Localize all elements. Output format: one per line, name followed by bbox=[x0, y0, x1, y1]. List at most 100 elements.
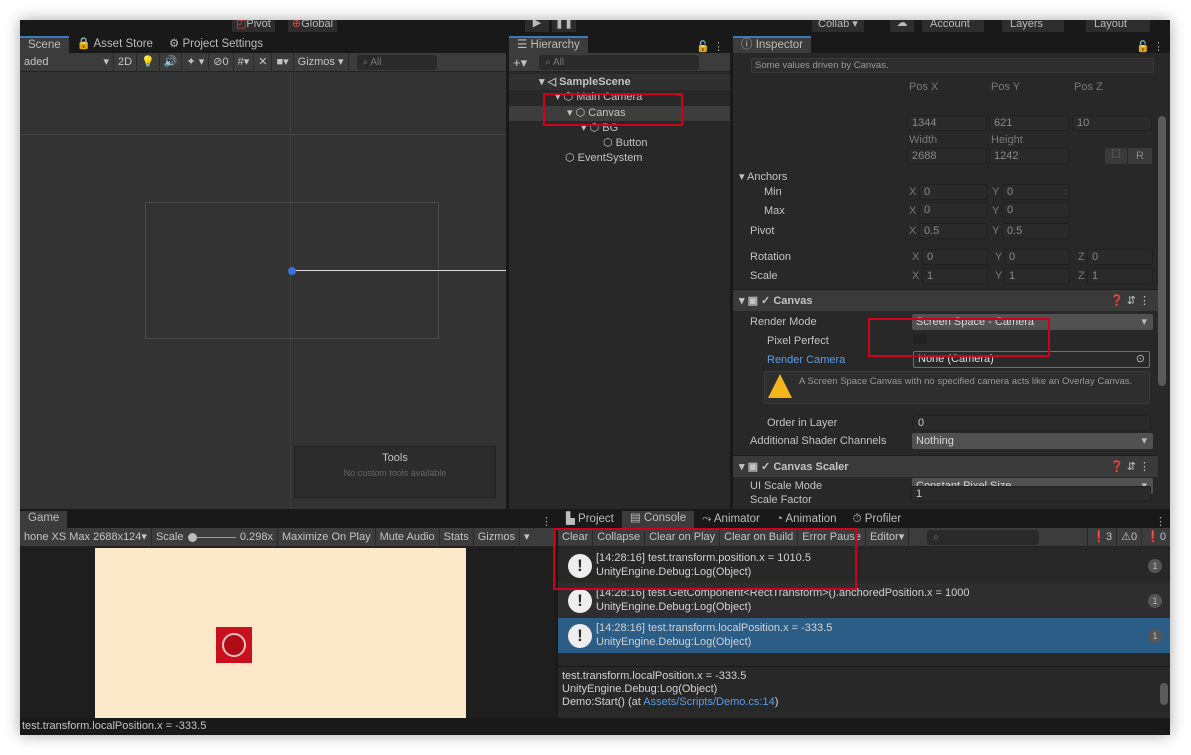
gizmos-dropdown-arrow[interactable]: ▾ bbox=[520, 528, 534, 547]
tab-hierarchy[interactable]: ☰ Hierarchy bbox=[509, 36, 588, 53]
tab-animation[interactable]: ◔ Animation bbox=[768, 511, 845, 528]
tab-inspector[interactable]: ⓘ Inspector bbox=[733, 36, 812, 53]
y-label: Y bbox=[995, 270, 1003, 282]
game-view[interactable] bbox=[95, 548, 466, 718]
detail-scrollbar[interactable] bbox=[1160, 683, 1168, 705]
create-button[interactable]: +▾ bbox=[509, 53, 531, 72]
slider-thumb[interactable] bbox=[187, 532, 197, 542]
render-mode-label: Render Mode bbox=[750, 316, 817, 328]
lock-icon[interactable]: 🔓 ⋮ bbox=[1136, 40, 1170, 53]
lighting-icon[interactable]: 💡 bbox=[137, 52, 160, 72]
scene-row[interactable]: ▾ ◁ SampleScene bbox=[509, 74, 730, 90]
pos-z-field[interactable]: 10 bbox=[1072, 115, 1152, 131]
editor-dropdown[interactable]: Editor▾ bbox=[866, 527, 910, 547]
collab-button[interactable]: Collab ▾ bbox=[812, 20, 864, 32]
warning-count-toggle[interactable]: ⚠0 bbox=[1117, 527, 1143, 547]
tab-scene[interactable]: Scene bbox=[20, 36, 69, 53]
shader-channels-dropdown[interactable]: Nothing bbox=[912, 433, 1153, 449]
height-field[interactable]: 1242 bbox=[989, 148, 1069, 164]
layers-dropdown[interactable]: Layers bbox=[1002, 20, 1064, 32]
rotation-z-field[interactable]: 0 bbox=[1087, 249, 1153, 265]
effects-icon[interactable]: ✦ ▾ bbox=[182, 52, 210, 72]
pos-x-field[interactable]: 1344 bbox=[907, 115, 987, 131]
main-toolbar: ◰Pivot ⊕Global ▶ ❚❚ Collab ▾ ☁ Account L… bbox=[20, 20, 1170, 35]
play-button[interactable]: ▶ bbox=[525, 20, 549, 32]
component-menu-icons[interactable]: ❓ ⇵ ⋮ bbox=[1110, 460, 1150, 473]
anchor-min-x-field[interactable]: 0 bbox=[919, 184, 987, 200]
pivot-y-field[interactable]: 0.5 bbox=[1002, 223, 1070, 239]
anchor-min-y-field[interactable]: 0 bbox=[1002, 184, 1070, 200]
inspector-scrollbar[interactable] bbox=[1158, 116, 1166, 386]
log-count-toggle[interactable]: ❗3 bbox=[1087, 527, 1118, 547]
pause-button[interactable]: ❚❚ bbox=[552, 20, 576, 32]
anchor-max-x-field[interactable]: 0 bbox=[919, 202, 987, 218]
object-picker-icon[interactable]: ⊙ bbox=[1136, 352, 1145, 366]
shading-mode-dropdown[interactable]: aded ▾ bbox=[20, 52, 114, 72]
tree-item-eventsystem[interactable]: ⬡ EventSystem bbox=[565, 151, 642, 164]
detail-source: UnityEngine.Debug:Log(Object) bbox=[562, 683, 718, 695]
tab-project-settings[interactable]: ⚙ Project Settings bbox=[161, 36, 271, 53]
rotation-x-field[interactable]: 0 bbox=[922, 249, 988, 265]
hierarchy-search-input[interactable]: ⌕ All bbox=[539, 54, 700, 70]
lock-icon[interactable]: 🔓 ⋮ bbox=[696, 40, 730, 53]
tree-item-button[interactable]: ⬡ Button bbox=[603, 136, 647, 149]
tab-project-label: Project bbox=[578, 513, 614, 525]
2d-toggle[interactable]: 2D bbox=[114, 52, 138, 72]
log-row-selected[interactable]: ! [14:28:16] test.transform.localPositio… bbox=[558, 618, 1170, 653]
scale-y-field[interactable]: 1 bbox=[1004, 268, 1070, 284]
tab-game[interactable]: Game bbox=[20, 511, 68, 528]
grid-icon[interactable]: #▾ bbox=[234, 52, 255, 72]
blueprint-mode-button[interactable]: ⬚ bbox=[1105, 148, 1127, 164]
console-search-input[interactable]: ⌕ bbox=[927, 529, 1040, 545]
account-dropdown[interactable]: Account bbox=[922, 20, 984, 32]
tools-icon[interactable]: ✕ bbox=[254, 52, 273, 72]
transform-handle[interactable] bbox=[288, 267, 296, 275]
scale-slider[interactable]: Scale 0.298x bbox=[152, 527, 278, 547]
error-count-toggle[interactable]: ❗0 bbox=[1142, 528, 1170, 547]
tab-animator[interactable]: ⤳ Animator bbox=[694, 511, 768, 528]
tools-overlay: Tools No custom tools available bbox=[294, 446, 496, 498]
tab-project[interactable]: ▙ Project bbox=[558, 511, 622, 528]
status-bar[interactable]: test.transform.localPosition.x = -333.5 bbox=[20, 718, 1170, 735]
gizmos-button[interactable]: Gizmos bbox=[474, 527, 520, 547]
pivot-x-field[interactable]: 0.5 bbox=[919, 223, 987, 239]
account-label: Account bbox=[930, 20, 970, 30]
pivot-label: Pivot bbox=[750, 225, 775, 237]
anchors-foldout[interactable]: ▾ Anchors bbox=[739, 170, 787, 183]
order-in-layer-field[interactable]: 0 bbox=[913, 415, 1151, 431]
item-label: EventSystem bbox=[577, 152, 643, 164]
component-menu-icons[interactable]: ❓ ⇵ ⋮ bbox=[1110, 294, 1150, 307]
scale-factor-field[interactable]: 1 bbox=[911, 486, 1151, 502]
maximize-on-play-button[interactable]: Maximize On Play bbox=[278, 527, 376, 547]
pos-y-field[interactable]: 621 bbox=[989, 115, 1069, 131]
more-icon[interactable]: ⋮ bbox=[541, 515, 556, 528]
scene-search-input[interactable]: ⌕ All bbox=[356, 54, 437, 70]
scale-x-field[interactable]: 1 bbox=[922, 268, 988, 284]
rotation-y-field[interactable]: 0 bbox=[1004, 249, 1070, 265]
audio-icon[interactable]: 🔊 bbox=[160, 52, 183, 72]
layout-dropdown[interactable]: Layout bbox=[1086, 20, 1150, 32]
game-button[interactable] bbox=[216, 627, 252, 663]
scale-z-field[interactable]: 1 bbox=[1087, 268, 1153, 284]
script-link[interactable]: Assets/Scripts/Demo.cs:14 bbox=[643, 696, 774, 708]
console-tabbar: ▙ Project ▤ Console ⤳ Animator ◔ Animati… bbox=[558, 511, 1170, 528]
scene-viewport[interactable]: Tools No custom tools available bbox=[20, 72, 506, 509]
tab-profiler[interactable]: ⏱ Profiler bbox=[845, 511, 910, 528]
hidden-objects-toggle[interactable]: ⊘0 bbox=[209, 52, 234, 72]
stats-button[interactable]: Stats bbox=[440, 527, 474, 547]
pivot-button[interactable]: ◰Pivot bbox=[232, 20, 275, 32]
camera-icon[interactable]: ■▾ bbox=[272, 52, 294, 72]
tab-asset-store[interactable]: 🔒 Asset Store bbox=[69, 36, 161, 53]
resolution-dropdown[interactable]: hone XS Max 2688x124▾ bbox=[20, 527, 152, 547]
canvas-component-header[interactable]: ▾ ▣ ✓ Canvas ❓ ⇵ ⋮ bbox=[733, 289, 1158, 311]
global-button[interactable]: ⊕Global bbox=[288, 20, 338, 32]
tab-console[interactable]: ▤ Console bbox=[621, 511, 695, 528]
width-field[interactable]: 2688 bbox=[907, 148, 987, 164]
canvas-scaler-header[interactable]: ▾ ▣ ✓ Canvas Scaler ❓ ⇵ ⋮ bbox=[733, 455, 1158, 477]
raw-edit-button[interactable]: R bbox=[1128, 148, 1152, 164]
anchor-max-y-field[interactable]: 0 bbox=[1002, 202, 1070, 218]
more-icon[interactable]: ⋮ bbox=[1155, 515, 1170, 528]
cloud-icon[interactable]: ☁ bbox=[890, 20, 914, 32]
mute-audio-button[interactable]: Mute Audio bbox=[376, 527, 440, 547]
gizmos-dropdown[interactable]: Gizmos ▾ bbox=[294, 52, 349, 72]
